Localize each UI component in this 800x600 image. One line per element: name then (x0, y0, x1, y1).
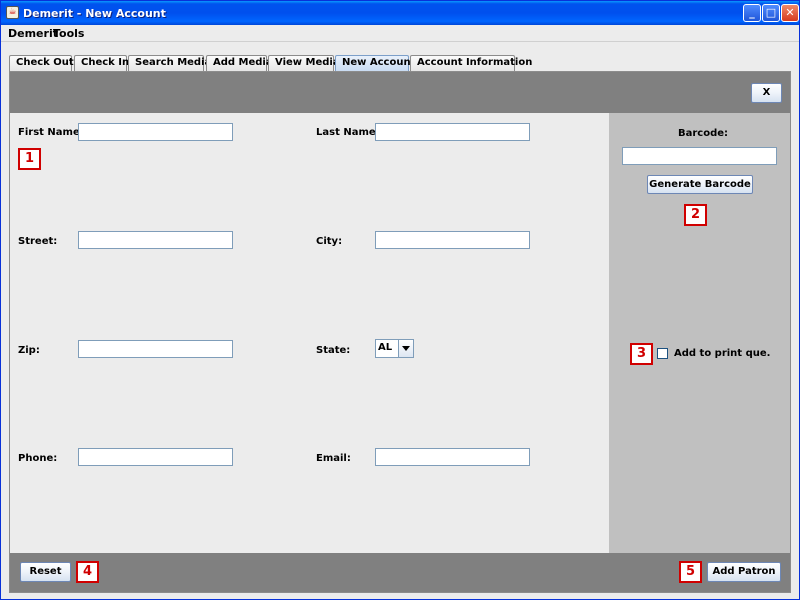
account-form: First Name: Last Name: 1 Street: City: Z… (10, 113, 609, 553)
title-bar[interactable]: ☕ Demerit - New Account _ □ ✕ (1, 1, 799, 25)
zip-label: Zip: (18, 345, 40, 356)
state-selected-value: AL (378, 342, 393, 353)
city-field[interactable] (375, 231, 530, 249)
window-title: Demerit - New Account (23, 7, 166, 20)
footer-bar: Reset 4 5 Add Patron (10, 553, 790, 592)
callout-marker-4: 4 (76, 561, 99, 583)
barcode-field[interactable] (622, 147, 777, 165)
barcode-label: Barcode: (678, 128, 729, 139)
panel-header-bar: X (10, 72, 790, 113)
first-name-label: First Name: (18, 127, 84, 138)
tab-check-in[interactable]: Check In (74, 55, 129, 71)
phone-label: Phone: (18, 453, 58, 464)
close-window-button[interactable]: ✕ (781, 4, 799, 22)
java-cup-icon: ☕ (6, 6, 19, 19)
last-name-label: Last Name: (316, 127, 380, 138)
print-queue-checkbox[interactable] (657, 348, 668, 359)
email-field[interactable] (375, 448, 530, 466)
new-account-panel: X First Name: Last Name: 1 Street: City:… (9, 71, 791, 593)
tab-account-information[interactable]: Account Information (410, 55, 532, 71)
callout-marker-5: 5 (679, 561, 702, 583)
zip-field[interactable] (78, 340, 233, 358)
chevron-down-icon[interactable] (398, 340, 413, 357)
menu-demerit[interactable]: Demerit (8, 27, 58, 40)
tab-new-account[interactable]: New Account (335, 55, 415, 71)
email-label: Email: (316, 453, 351, 464)
phone-field[interactable] (78, 448, 233, 466)
close-panel-button[interactable]: X (751, 83, 782, 103)
city-label: City: (316, 236, 343, 247)
street-label: Street: (18, 236, 58, 247)
tab-add-media[interactable]: Add Media (206, 55, 273, 71)
tab-search-media[interactable]: Search Media (128, 55, 211, 71)
barcode-panel: Barcode: Generate Barcode 2 3 Add to pri… (609, 113, 790, 553)
last-name-field[interactable] (375, 123, 530, 141)
callout-marker-2: 2 (684, 204, 707, 226)
menu-tools[interactable]: Tools (53, 27, 84, 40)
menu-bar: Demerit Tools (1, 25, 799, 42)
minimize-button[interactable]: _ (743, 4, 761, 22)
maximize-button[interactable]: □ (762, 4, 780, 22)
state-label: State: (316, 345, 351, 356)
street-field[interactable] (78, 231, 233, 249)
reset-button[interactable]: Reset (20, 562, 71, 582)
callout-marker-3: 3 (630, 343, 653, 365)
tab-check-out[interactable]: Check Out (9, 55, 74, 71)
generate-barcode-button[interactable]: Generate Barcode (647, 175, 753, 194)
callout-marker-1: 1 (18, 148, 41, 170)
state-dropdown[interactable]: AL (375, 339, 414, 358)
first-name-field[interactable] (78, 123, 233, 141)
add-patron-button[interactable]: Add Patron (707, 562, 781, 582)
tab-view-media[interactable]: View Media (268, 55, 340, 71)
print-queue-label[interactable]: Add to print que. (674, 348, 770, 359)
app-window: ☕ Demerit - New Account _ □ ✕ Demerit To… (0, 0, 800, 600)
